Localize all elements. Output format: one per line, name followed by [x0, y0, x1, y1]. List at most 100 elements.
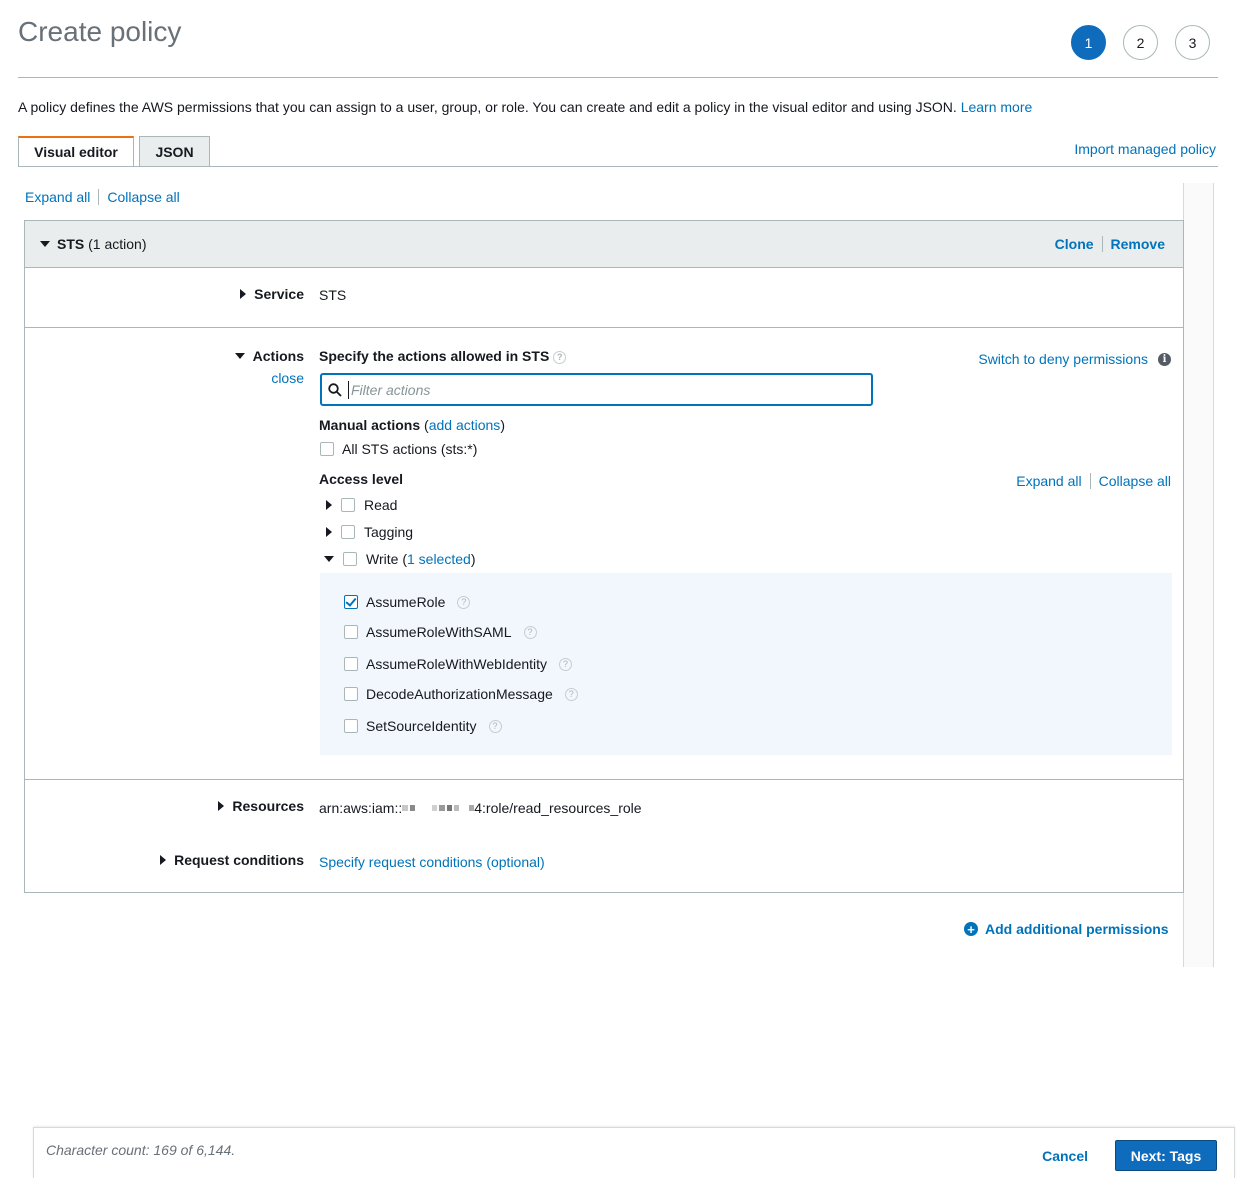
caret-down-icon[interactable] — [324, 556, 334, 562]
statement-toggle[interactable]: STS (1 action) — [40, 236, 146, 252]
editor-tabs: Visual editor JSON — [18, 136, 215, 167]
tab-visual-editor[interactable]: Visual editor — [18, 136, 134, 167]
write-checkbox[interactable] — [343, 552, 357, 566]
list-item[interactable]: DecodeAuthorizationMessage? — [344, 686, 578, 702]
help-icon[interactable]: ? — [559, 657, 573, 671]
access-expand-links: Expand all Collapse all — [1016, 473, 1171, 489]
action-label: AssumeRoleWithSAML — [366, 624, 512, 640]
caret-right-icon[interactable] — [326, 527, 332, 537]
write-actions-list: AssumeRole? AssumeRoleWithSAML? AssumeRo… — [320, 573, 1172, 755]
character-count: Character count: 169 of 6,144. — [46, 1142, 236, 1158]
decodeauthorizationmessage-checkbox[interactable] — [344, 687, 358, 701]
access-expand-all-link[interactable]: Expand all — [1016, 473, 1081, 489]
list-item[interactable]: SetSourceIdentity? — [344, 718, 502, 734]
setsourceidentity-checkbox[interactable] — [344, 719, 358, 733]
actions-toggle[interactable]: Actions — [234, 348, 304, 364]
resources-value: arn:aws:iam:: 4:role/read_resources_role — [319, 800, 642, 816]
statement-actions: Clone Remove — [1055, 236, 1165, 252]
actions-title-wrap: Specify the actions allowed in STS? — [319, 348, 567, 364]
help-icon[interactable]: ? — [564, 687, 578, 701]
intro-text: A policy defines the AWS permissions tha… — [18, 99, 1032, 115]
add-permissions-button[interactable]: + Add additional permissions — [964, 921, 1169, 937]
tagging-label: Tagging — [364, 524, 414, 540]
switch-deny-link[interactable]: Switch to deny permissions — [978, 351, 1148, 367]
caret-down-icon — [40, 241, 50, 247]
caret-right-icon — [240, 289, 247, 299]
manual-actions-label: Manual actions — [319, 417, 421, 433]
conditions-toggle[interactable]: Request conditions — [160, 852, 304, 868]
service-value: STS — [319, 287, 347, 303]
service-toggle[interactable]: Service — [240, 286, 304, 302]
learn-more-link[interactable]: Learn more — [961, 99, 1033, 115]
expand-all-link[interactable]: Expand all — [25, 189, 90, 205]
access-level-write[interactable]: Write (1 selected) — [324, 551, 475, 567]
tabs-divider — [18, 166, 1218, 167]
actions-row: Actions close Specify the actions allowe… — [25, 328, 1183, 780]
list-item[interactable]: AssumeRoleWithSAML? — [344, 624, 537, 640]
caret-right-icon[interactable] — [326, 500, 332, 510]
resources-prefix: arn:aws:iam:: — [319, 800, 403, 816]
specify-conditions-link[interactable]: Specify request conditions (optional) — [319, 854, 545, 870]
redacted-account-id — [402, 805, 475, 811]
step-2[interactable]: 2 — [1123, 25, 1158, 60]
all-actions-option[interactable]: All STS actions (sts:*) — [320, 441, 477, 457]
step-1[interactable]: 1 — [1071, 25, 1106, 60]
all-actions-label: All STS actions (sts:*) — [342, 441, 478, 457]
add-permissions-label[interactable]: Add additional permissions — [985, 921, 1169, 937]
write-selected-link[interactable]: 1 selected — [407, 551, 471, 567]
manual-actions-line: Manual actions (add actions) — [319, 417, 505, 433]
read-checkbox[interactable] — [341, 498, 355, 512]
collapse-all-link[interactable]: Collapse all — [107, 189, 179, 205]
help-icon[interactable]: ? — [553, 350, 567, 364]
access-level-label: Access level — [319, 471, 404, 487]
action-label: SetSourceIdentity — [366, 718, 477, 734]
step-3[interactable]: 3 — [1175, 25, 1210, 60]
separator — [1101, 236, 1103, 252]
plus-circle-icon: + — [964, 922, 978, 936]
next-tags-button[interactable]: Next: Tags — [1115, 1140, 1217, 1171]
footer-bar: Character count: 169 of 6,144. Cancel Ne… — [33, 1127, 1235, 1178]
resources-conditions-row: Resources arn:aws:iam:: 4:role/read_reso… — [25, 780, 1183, 892]
assumerolewithwebidentity-checkbox[interactable] — [344, 657, 358, 671]
import-managed-policy-link[interactable]: Import managed policy — [1074, 141, 1216, 157]
actions-close-link[interactable]: close — [271, 370, 304, 386]
tagging-checkbox[interactable] — [341, 525, 355, 539]
read-label: Read — [364, 497, 398, 513]
resources-label: Resources — [232, 798, 304, 814]
search-icon — [328, 382, 342, 397]
expand-collapse-links: Expand all Collapse all — [25, 189, 180, 205]
list-item[interactable]: AssumeRole? — [344, 594, 471, 610]
separator — [98, 189, 100, 205]
help-icon[interactable]: ? — [457, 595, 471, 609]
statement-panel: STS (1 action) Clone Remove Service STS … — [24, 220, 1184, 893]
access-collapse-all-link[interactable]: Collapse all — [1099, 473, 1171, 489]
caret-down-icon — [234, 353, 245, 359]
caret-right-icon — [218, 801, 225, 811]
access-level-read[interactable]: Read — [326, 497, 397, 513]
remove-link[interactable]: Remove — [1111, 236, 1165, 252]
clone-link[interactable]: Clone — [1055, 236, 1094, 252]
assumerole-checkbox[interactable] — [344, 595, 358, 609]
access-level-tagging[interactable]: Tagging — [326, 524, 413, 540]
resources-toggle[interactable]: Resources — [218, 798, 304, 814]
cancel-button[interactable]: Cancel — [1042, 1148, 1088, 1164]
list-item[interactable]: AssumeRoleWithWebIdentity? — [344, 656, 573, 672]
assumerolewithsaml-checkbox[interactable] — [344, 625, 358, 639]
help-icon[interactable]: ? — [488, 719, 502, 733]
intro-description: A policy defines the AWS permissions tha… — [18, 99, 957, 115]
all-actions-checkbox[interactable] — [320, 442, 334, 456]
action-label: AssumeRole — [366, 594, 446, 610]
action-label: AssumeRoleWithWebIdentity — [366, 656, 548, 672]
write-label: Write — [366, 551, 399, 567]
actions-title: Specify the actions allowed in STS — [319, 348, 550, 364]
statement-service-name: STS — [57, 236, 85, 252]
action-label: DecodeAuthorizationMessage — [366, 686, 553, 702]
filter-actions-box — [320, 373, 873, 406]
info-icon[interactable]: i — [1158, 352, 1171, 366]
tab-json[interactable]: JSON — [139, 136, 210, 167]
filter-actions-input[interactable] — [348, 380, 848, 399]
statement-action-count: (1 action) — [88, 236, 147, 252]
help-icon[interactable]: ? — [523, 625, 537, 639]
add-actions-link[interactable]: add actions — [429, 417, 501, 433]
paren-close: ) — [470, 551, 476, 567]
